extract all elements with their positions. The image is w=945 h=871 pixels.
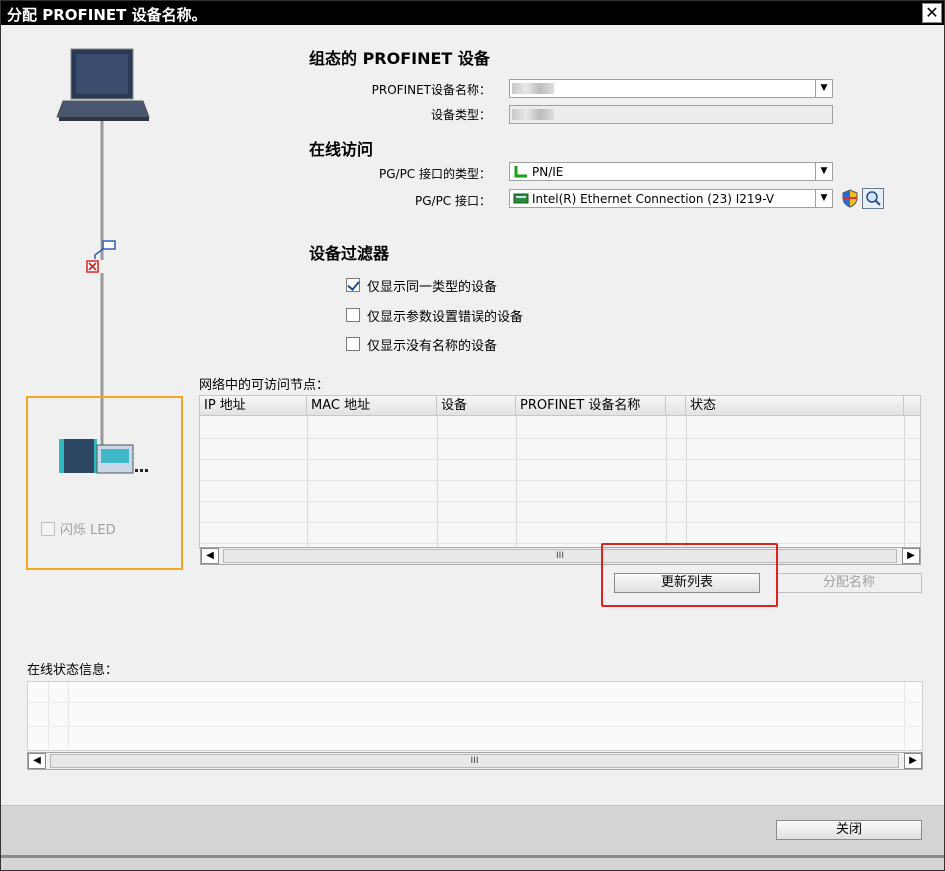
column-header-spacer	[666, 396, 686, 416]
column-header-mac[interactable]: MAC 地址	[307, 396, 437, 416]
network-connector-icon	[94, 240, 116, 259]
chevron-down-icon[interactable]: ▼	[815, 80, 832, 97]
grid-row-line	[200, 543, 920, 544]
status-horizontal-scrollbar[interactable]: ◀ III ▶	[27, 752, 923, 770]
column-header-profinet-name[interactable]: PROFINET 设备名称	[516, 396, 666, 416]
error-icon	[86, 260, 99, 273]
chevron-down-icon[interactable]: ▼	[815, 190, 832, 207]
filter-same-type-label: 仅显示同一类型的设备	[367, 280, 498, 295]
grid-row-line	[28, 726, 924, 727]
nodes-horizontal-scrollbar[interactable]: ◀ III ▶	[200, 547, 921, 565]
assign-name-dialog: 分配 PROFINET 设备名称。 ✕ 闪烁 LED 组态的 PROFINET …	[0, 0, 945, 871]
online-section-title: 在线访问	[309, 140, 374, 159]
filter-no-name-checkbox[interactable]	[346, 337, 360, 351]
interface-label: PG/PC 接口：	[414, 194, 491, 208]
assign-name-button[interactable]: 分配名称	[776, 573, 922, 593]
grid-row-line	[200, 438, 920, 439]
dialog-footer: 关闭	[1, 805, 944, 855]
window-title: 分配 PROFINET 设备名称。	[7, 6, 207, 24]
accessible-nodes-label: 网络中的可访问节点：	[199, 378, 330, 393]
grid-col-line	[686, 416, 687, 548]
flash-led-label: 闪烁 LED	[60, 523, 116, 538]
filter-param-error-label: 仅显示参数设置错误的设备	[367, 310, 524, 325]
pn-ie-icon	[514, 166, 527, 178]
update-list-highlight	[601, 543, 778, 607]
filter-same-type-checkbox[interactable]	[346, 278, 360, 292]
interface-value: Intel(R) Ethernet Connection (23) I219-V	[532, 192, 775, 206]
filter-no-name-label: 仅显示没有名称的设备	[367, 339, 498, 354]
title-bar: 分配 PROFINET 设备名称。 ✕	[1, 1, 944, 25]
grid-row-line	[28, 702, 924, 703]
grid-row-line	[200, 480, 920, 481]
accessible-nodes-table[interactable]: IP 地址 MAC 地址 设备 PROFINET 设备名称 状态	[199, 395, 921, 549]
filter-param-error-checkbox[interactable]	[346, 308, 360, 322]
chevron-down-icon[interactable]: ▼	[815, 163, 832, 180]
pg-pc-icon	[56, 48, 150, 121]
dialog-content: 闪烁 LED 组态的 PROFINET 设备 PROFINET设备名称： ▼ 设…	[1, 25, 944, 805]
grid-row-line	[200, 501, 920, 502]
interface-type-value: PN/IE	[532, 165, 564, 179]
grid-col-line	[666, 416, 667, 548]
grid-row-line	[200, 459, 920, 460]
diagnostics-search-icon[interactable]	[862, 188, 884, 209]
scroll-left-icon[interactable]: ◀	[201, 548, 219, 564]
bottom-strip	[1, 855, 944, 870]
scroll-right-icon[interactable]: ▶	[902, 548, 920, 564]
grid-row-line	[200, 522, 920, 523]
redacted-device-name	[512, 83, 554, 94]
grid-col-line	[437, 416, 438, 548]
filter-section-title: 设备过滤器	[309, 244, 390, 263]
grid-col-line	[904, 682, 905, 752]
column-header-ip[interactable]: IP 地址	[200, 396, 307, 416]
grid-col-line	[516, 416, 517, 548]
plc-device-icon	[59, 439, 148, 474]
device-name-dropdown[interactable]: ▼	[509, 79, 833, 98]
column-header-status[interactable]: 状态	[686, 396, 904, 416]
scroll-left-icon[interactable]: ◀	[28, 753, 46, 769]
table-header: IP 地址 MAC 地址 设备 PROFINET 设备名称 状态	[200, 396, 920, 416]
grid-col-line	[307, 416, 308, 548]
interface-type-dropdown[interactable]: PN/IE ▼	[509, 162, 833, 181]
network-card-icon	[513, 193, 529, 204]
device-name-label: PROFINET设备名称：	[371, 83, 491, 97]
close-button[interactable]: 关闭	[776, 820, 922, 840]
flash-led-checkbox[interactable]	[41, 522, 55, 536]
configured-section-title: 组态的 PROFINET 设备	[309, 49, 490, 68]
device-type-field	[509, 105, 833, 124]
interface-type-label: PG/PC 接口的类型：	[378, 167, 491, 181]
scroll-thumb[interactable]: III	[223, 549, 897, 563]
redacted-device-type	[512, 109, 554, 120]
grid-col-line	[48, 682, 49, 752]
column-header-device[interactable]: 设备	[437, 396, 516, 416]
device-highlight-box	[26, 396, 183, 570]
interface-dropdown[interactable]: Intel(R) Ethernet Connection (23) I219-V…	[509, 189, 833, 208]
shield-icon[interactable]	[841, 189, 859, 208]
scroll-thumb[interactable]: III	[50, 754, 899, 768]
grid-col-line	[904, 416, 905, 548]
online-status-table[interactable]	[27, 681, 924, 752]
grid-col-line	[68, 682, 69, 752]
online-status-label: 在线状态信息：	[27, 663, 119, 678]
close-window-button[interactable]: ✕	[922, 3, 942, 23]
scroll-right-icon[interactable]: ▶	[904, 753, 922, 769]
device-type-label: 设备类型：	[430, 108, 491, 122]
